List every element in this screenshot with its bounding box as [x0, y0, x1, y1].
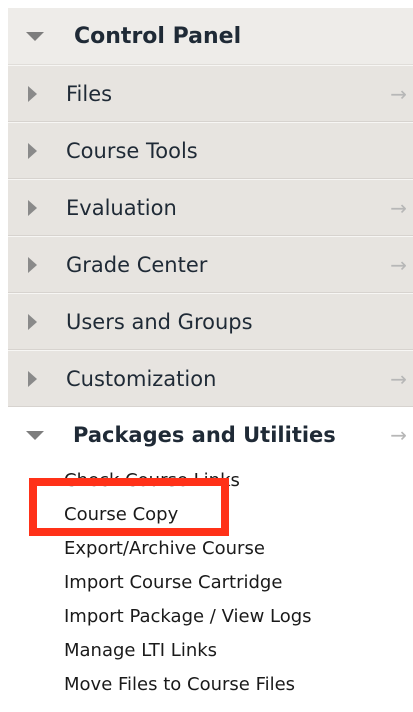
expand-triangle-icon[interactable] — [28, 256, 37, 273]
menu-item-files[interactable]: Files → — [8, 65, 413, 122]
right-arrow-icon[interactable]: → — [390, 196, 407, 220]
right-arrow-icon[interactable]: → — [390, 82, 407, 106]
menu-item-label: Grade Center — [66, 252, 208, 277]
subitem-export-archive-course[interactable]: Export/Archive Course — [64, 532, 413, 566]
menu-item-course-tools[interactable]: Course Tools — [8, 122, 413, 179]
control-panel-title: Control Panel — [74, 23, 242, 49]
right-arrow-icon[interactable]: → — [390, 423, 407, 447]
section-label: Packages and Utilities — [73, 423, 336, 447]
collapse-triangle-icon[interactable] — [26, 31, 44, 41]
menu-item-users-and-groups[interactable]: Users and Groups — [8, 293, 413, 350]
control-panel: Control Panel Files → Course Tools Evalu… — [8, 8, 413, 702]
expand-triangle-icon[interactable] — [28, 313, 37, 330]
subitem-move-files-to-course-files[interactable]: Move Files to Course Files — [64, 668, 413, 702]
subitem-manage-lti-links[interactable]: Manage LTI Links — [64, 634, 413, 668]
menu-item-label: Files — [66, 81, 113, 106]
menu-item-packages-and-utilities[interactable]: Packages and Utilities → — [8, 407, 413, 463]
menu-item-label: Users and Groups — [66, 309, 253, 334]
expand-triangle-icon[interactable] — [28, 85, 37, 102]
right-arrow-icon[interactable]: → — [390, 367, 407, 391]
subitem-import-package-view-logs[interactable]: Import Package / View Logs — [64, 600, 413, 634]
expand-triangle-icon[interactable] — [28, 142, 37, 159]
menu-item-label: Course Tools — [66, 138, 198, 163]
subitem-import-course-cartridge[interactable]: Import Course Cartridge — [64, 566, 413, 600]
menu-item-label: Evaluation — [66, 195, 177, 220]
menu-item-grade-center[interactable]: Grade Center → — [8, 236, 413, 293]
collapse-triangle-icon[interactable] — [26, 430, 44, 440]
menu-item-evaluation[interactable]: Evaluation → — [8, 179, 413, 236]
menu-item-label: Customization — [66, 366, 217, 391]
menu-item-customization[interactable]: Customization → — [8, 350, 413, 407]
expand-triangle-icon[interactable] — [28, 370, 37, 387]
control-panel-header[interactable]: Control Panel — [8, 8, 413, 65]
highlight-box — [29, 478, 229, 536]
right-arrow-icon[interactable]: → — [390, 253, 407, 277]
expand-triangle-icon[interactable] — [28, 199, 37, 216]
